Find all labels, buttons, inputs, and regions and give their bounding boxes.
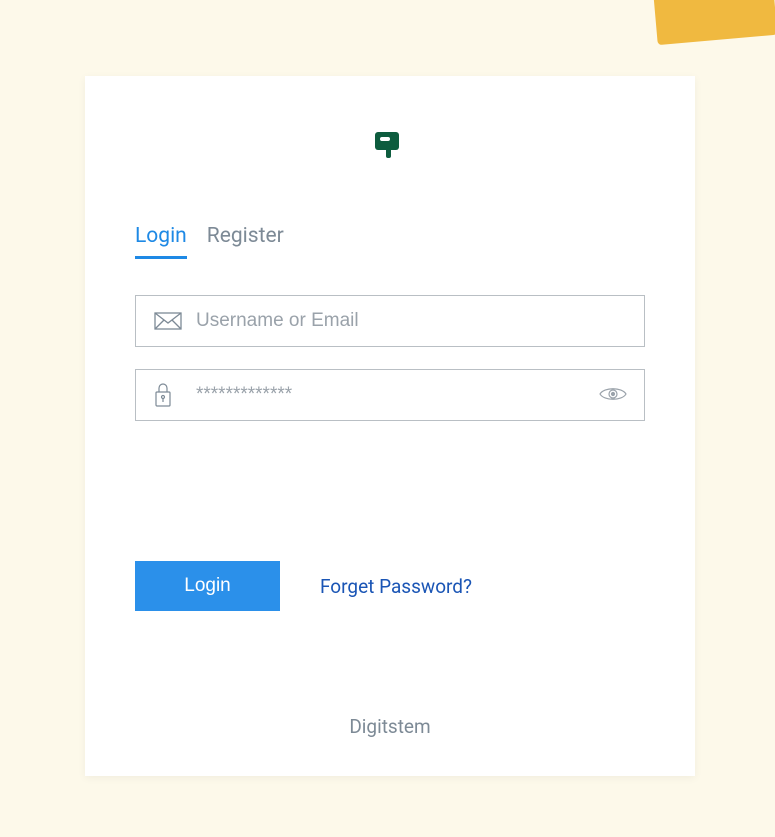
toggle-password-visibility-button[interactable] xyxy=(598,385,628,406)
eye-icon xyxy=(598,385,628,406)
username-row xyxy=(135,295,645,347)
footer-brand-text: Digitstem xyxy=(135,715,645,738)
login-card: Login Register xyxy=(85,76,695,776)
lock-icon xyxy=(154,382,184,408)
brand-logo-icon xyxy=(375,132,405,160)
forgot-password-link[interactable]: Forget Password? xyxy=(320,575,472,598)
logo-container xyxy=(85,76,695,164)
form-content: Login Register xyxy=(85,164,695,738)
decorative-corner xyxy=(653,0,775,45)
username-input[interactable] xyxy=(184,310,628,332)
action-row: Login Forget Password? xyxy=(135,561,645,611)
envelope-icon xyxy=(154,312,184,330)
tab-login[interactable]: Login xyxy=(135,224,187,259)
password-input[interactable] xyxy=(184,384,598,406)
auth-tabs: Login Register xyxy=(135,224,645,259)
login-button[interactable]: Login xyxy=(135,561,280,611)
tab-register[interactable]: Register xyxy=(207,224,284,259)
password-row xyxy=(135,369,645,421)
